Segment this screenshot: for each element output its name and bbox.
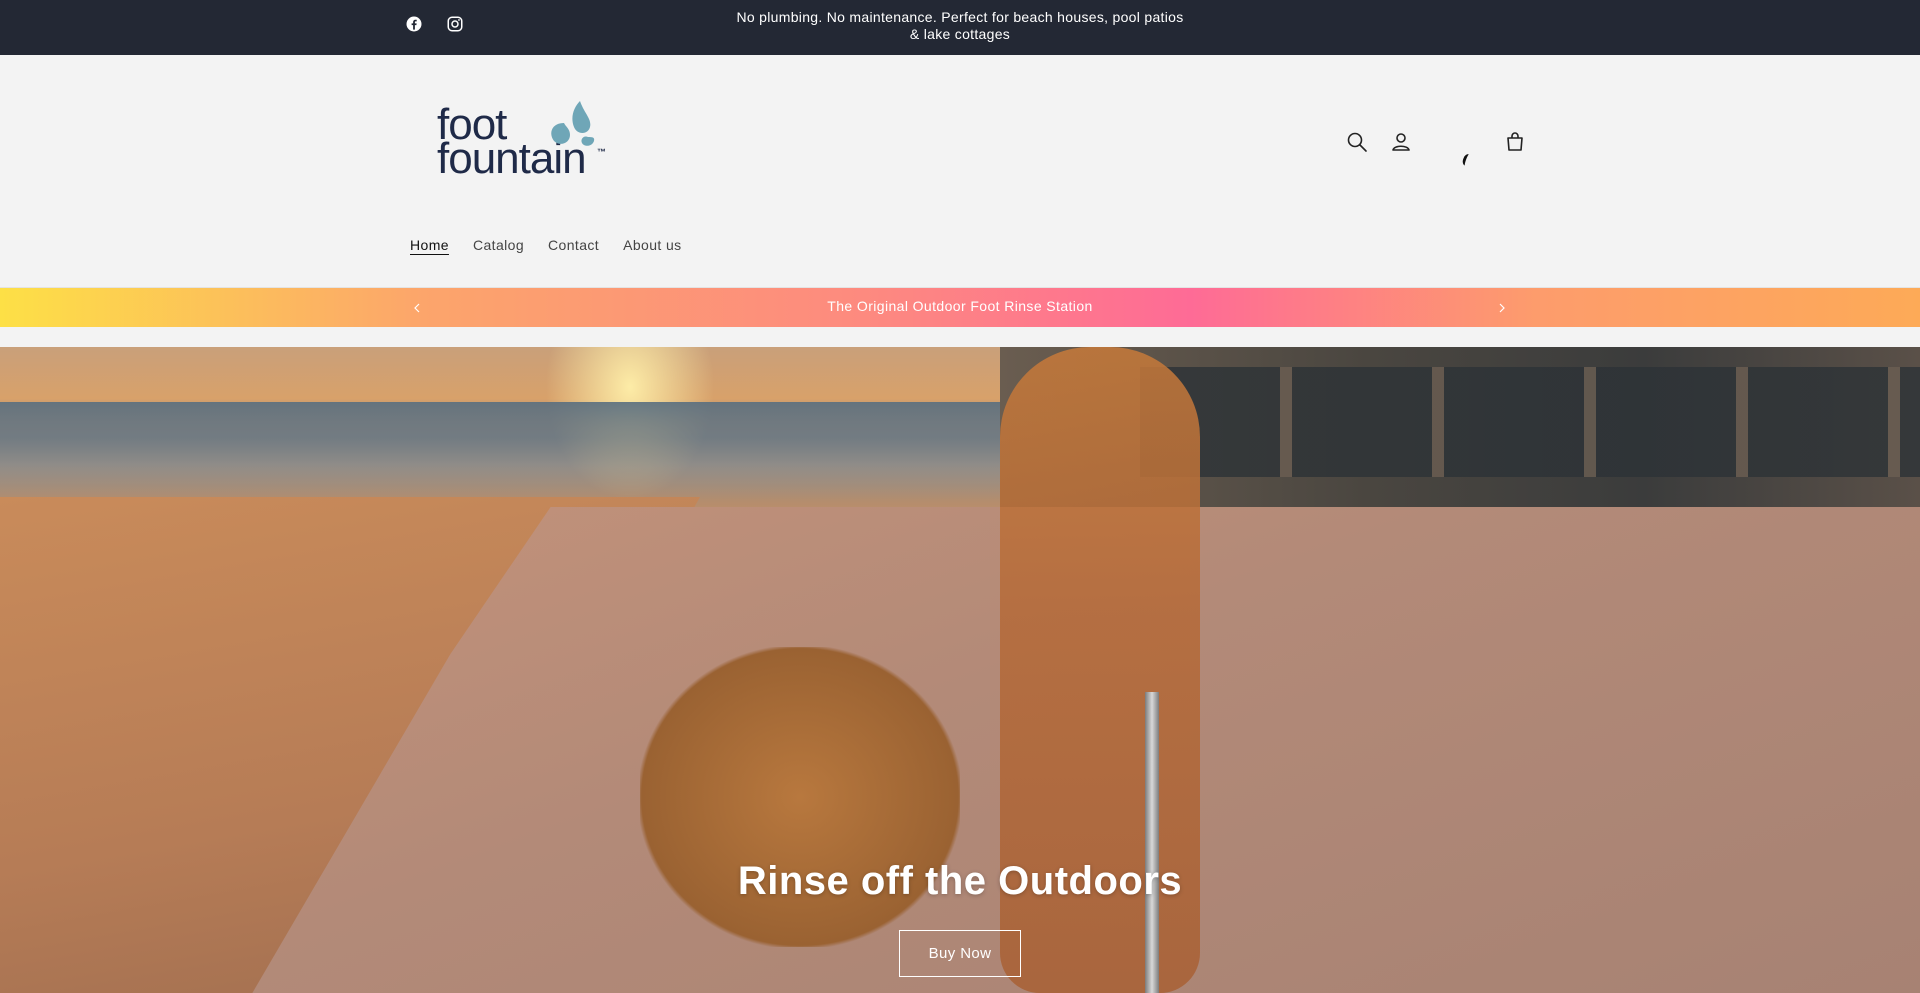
section-spacer bbox=[0, 327, 1920, 347]
nav-item-contact[interactable]: Contact bbox=[548, 237, 599, 253]
announcement-bar: No plumbing. No maintenance. Perfect for… bbox=[0, 0, 1920, 55]
loading-spinner-icon bbox=[1461, 152, 1473, 168]
header-icons bbox=[1345, 130, 1527, 154]
hero-title: Rinse off the Outdoors bbox=[737, 859, 1183, 903]
hero-image-sea bbox=[0, 402, 1100, 512]
nav-item-home[interactable]: Home bbox=[410, 237, 449, 253]
nav-item-catalog[interactable]: Catalog bbox=[473, 237, 524, 253]
water-drops-icon bbox=[551, 101, 595, 146]
announcement-text: No plumbing. No maintenance. Perfect for… bbox=[0, 9, 1920, 43]
hero-image-windows bbox=[1140, 367, 1920, 477]
hero-banner: Rinse off the Outdoors Buy Now bbox=[0, 347, 1920, 993]
announcement-line-2: & lake cottages bbox=[909, 26, 1011, 42]
chevron-right-icon[interactable] bbox=[1495, 300, 1509, 316]
announcement-line-1: No plumbing. No maintenance. Perfect for… bbox=[736, 9, 1184, 25]
promo-text: The Original Outdoor Foot Rinse Station bbox=[827, 298, 1093, 314]
site-logo[interactable]: foot fountain ™ bbox=[432, 97, 612, 187]
buy-now-button[interactable]: Buy Now bbox=[899, 930, 1021, 977]
hero-image-rinse-station bbox=[1145, 692, 1159, 993]
cart-icon[interactable] bbox=[1503, 130, 1527, 154]
site-header: foot fountain ™ Home Catalog Contact Abo… bbox=[0, 55, 1920, 288]
account-icon[interactable] bbox=[1389, 130, 1413, 154]
main-nav: Home Catalog Contact About us bbox=[410, 237, 682, 253]
search-icon[interactable] bbox=[1345, 130, 1369, 154]
nav-item-about-us[interactable]: About us bbox=[623, 237, 681, 253]
promo-slider: The Original Outdoor Foot Rinse Station bbox=[0, 288, 1920, 327]
